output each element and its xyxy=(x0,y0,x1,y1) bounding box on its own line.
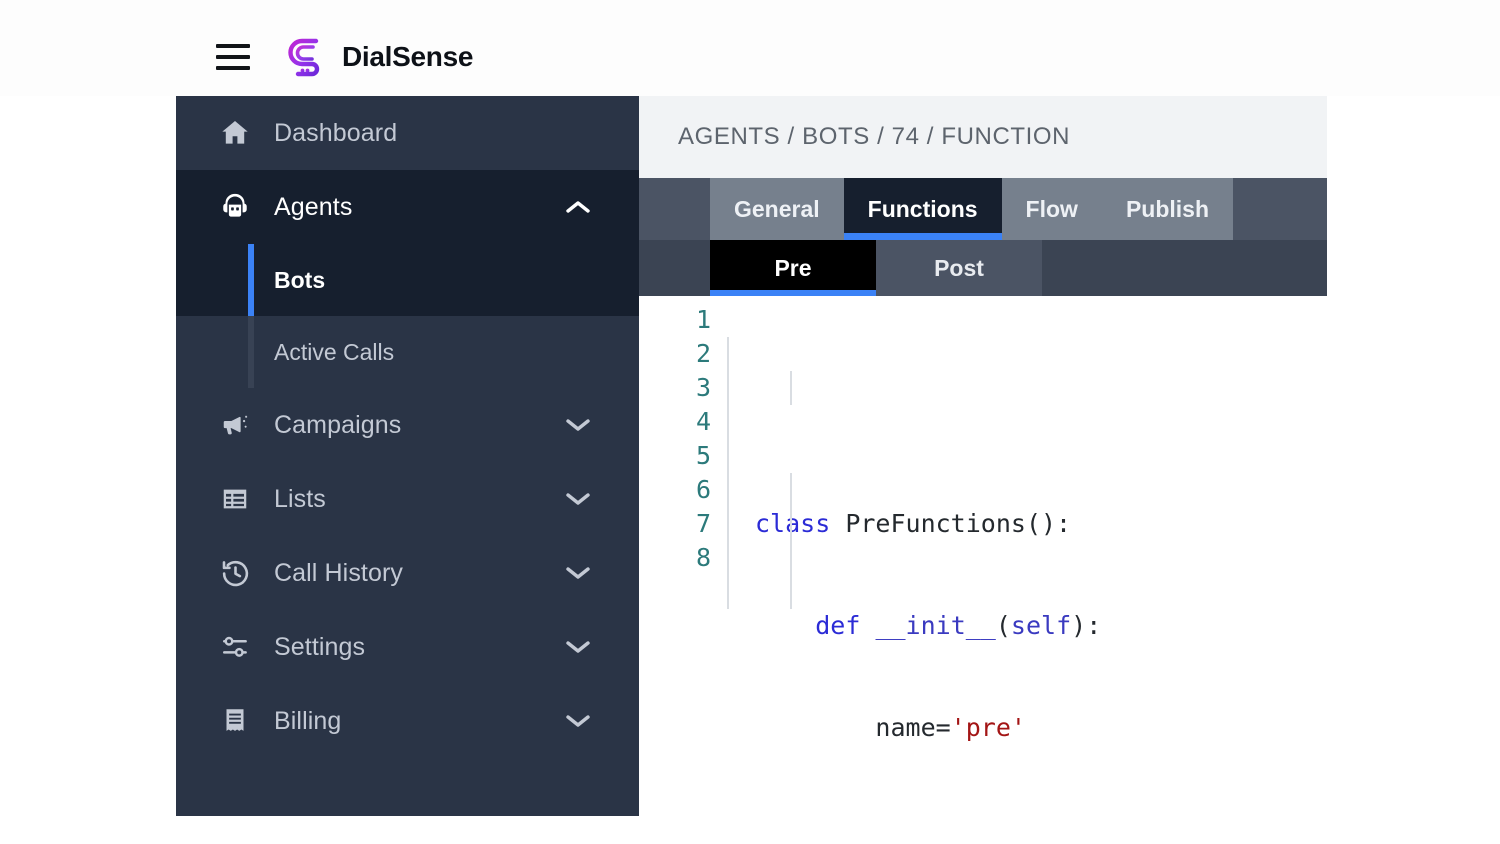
tab-bar: General Functions Flow Publish xyxy=(639,178,1327,240)
line-number: 7 xyxy=(695,509,711,538)
code-area[interactable]: class PreFunctions(): def __init__(self)… xyxy=(727,303,1327,816)
breadcrumb[interactable]: AGENTS / BOTS / 74 / FUNCTION xyxy=(678,123,1070,151)
tab-general[interactable]: General xyxy=(710,178,844,240)
chevron-down-icon[interactable] xyxy=(565,639,591,655)
line-number: 1 xyxy=(695,305,711,334)
sidebar-subitem-active-calls[interactable]: Active Calls xyxy=(176,316,639,388)
clock-history-icon xyxy=(218,556,252,590)
main-content: AGENTS / BOTS / 74 / FUNCTION General Fu… xyxy=(639,96,1327,816)
hamburger-menu-icon[interactable] xyxy=(216,44,250,70)
line-number: 2 xyxy=(695,339,711,368)
rail-indicator xyxy=(248,316,254,388)
receipt-icon xyxy=(218,704,252,738)
top-bar: DialSense xyxy=(0,0,1500,96)
subtab-post[interactable]: Post xyxy=(876,240,1042,296)
sidebar-item-dashboard[interactable]: Dashboard xyxy=(176,96,639,170)
sidebar-item-campaigns[interactable]: Campaigns xyxy=(176,388,639,462)
megaphone-icon xyxy=(218,408,252,442)
sidebar-item-label: Campaigns xyxy=(274,410,402,439)
tab-publish[interactable]: Publish xyxy=(1101,178,1233,240)
chevron-down-icon[interactable] xyxy=(565,565,591,581)
sidebar-item-settings[interactable]: Settings xyxy=(176,610,639,684)
chevron-down-icon[interactable] xyxy=(565,417,591,433)
sub-tab-bar: Pre Post xyxy=(639,240,1327,296)
chevron-up-icon[interactable] xyxy=(565,199,591,215)
sidebar-item-label: Billing xyxy=(274,706,342,735)
line-number: 6 xyxy=(695,475,711,504)
sliders-icon xyxy=(218,630,252,664)
line-number: 4 xyxy=(695,407,711,436)
indent-guide xyxy=(790,473,792,609)
line-number: 3 xyxy=(695,373,711,402)
sidebar-item-lists[interactable]: Lists xyxy=(176,462,639,536)
code-line-3: name='pre' xyxy=(755,713,1026,742)
sidebar-subitem-label: Bots xyxy=(274,266,326,293)
sidebar-item-label: Dashboard xyxy=(274,118,398,147)
code-line-1: class PreFunctions(): xyxy=(755,509,1072,538)
sidebar-item-label: Call History xyxy=(274,558,403,587)
brand-logo[interactable]: DialSense xyxy=(286,36,473,78)
bot-headset-icon xyxy=(218,190,252,224)
table-list-icon xyxy=(218,482,252,516)
sidebar-item-label: Settings xyxy=(274,632,366,661)
tab-functions[interactable]: Functions xyxy=(843,178,1002,240)
brand-name: DialSense xyxy=(342,41,474,72)
sidebar-item-agents[interactable]: Agents xyxy=(176,170,639,244)
code-editor[interactable]: 1 2 3 4 5 6 7 8 class PreFunctions(): de… xyxy=(639,296,1327,816)
sidebar-group-agents: Agents Bots xyxy=(176,170,639,316)
hamburger-bar-1 xyxy=(216,44,250,48)
hamburger-bar-3 xyxy=(216,66,250,70)
line-number-gutter: 1 2 3 4 5 6 7 8 xyxy=(639,303,727,816)
sidebar-item-call-history[interactable]: Call History xyxy=(176,536,639,610)
line-number: 5 xyxy=(695,441,711,470)
chevron-down-icon[interactable] xyxy=(565,713,591,729)
chevron-down-icon[interactable] xyxy=(565,491,591,507)
tab-flow[interactable]: Flow xyxy=(1001,178,1102,240)
sidebar-item-billing[interactable]: Billing xyxy=(176,684,639,758)
indent-guide xyxy=(727,337,729,609)
hamburger-bar-2 xyxy=(216,55,250,59)
line-number: 8 xyxy=(695,543,711,572)
sidebar-subitem-bots[interactable]: Bots xyxy=(176,244,639,316)
sidebar-subitem-label: Active Calls xyxy=(274,338,395,365)
sidebar-item-label: Agents xyxy=(274,192,353,221)
indent-guide xyxy=(790,371,792,405)
breadcrumb-bar: AGENTS / BOTS / 74 / FUNCTION xyxy=(639,96,1327,178)
active-indicator xyxy=(248,244,254,316)
sidebar-item-label: Lists xyxy=(274,484,326,513)
subtab-pre[interactable]: Pre xyxy=(710,240,876,296)
code-line-2: def __init__(self): xyxy=(815,611,1102,640)
home-icon xyxy=(218,116,252,150)
app-root: DialSense Dashboard Agents Bots Active C… xyxy=(0,0,1500,844)
sidebar-navigation: Dashboard Agents Bots Active Calls Campa… xyxy=(176,96,639,816)
dialsense-logo-icon xyxy=(288,38,320,77)
